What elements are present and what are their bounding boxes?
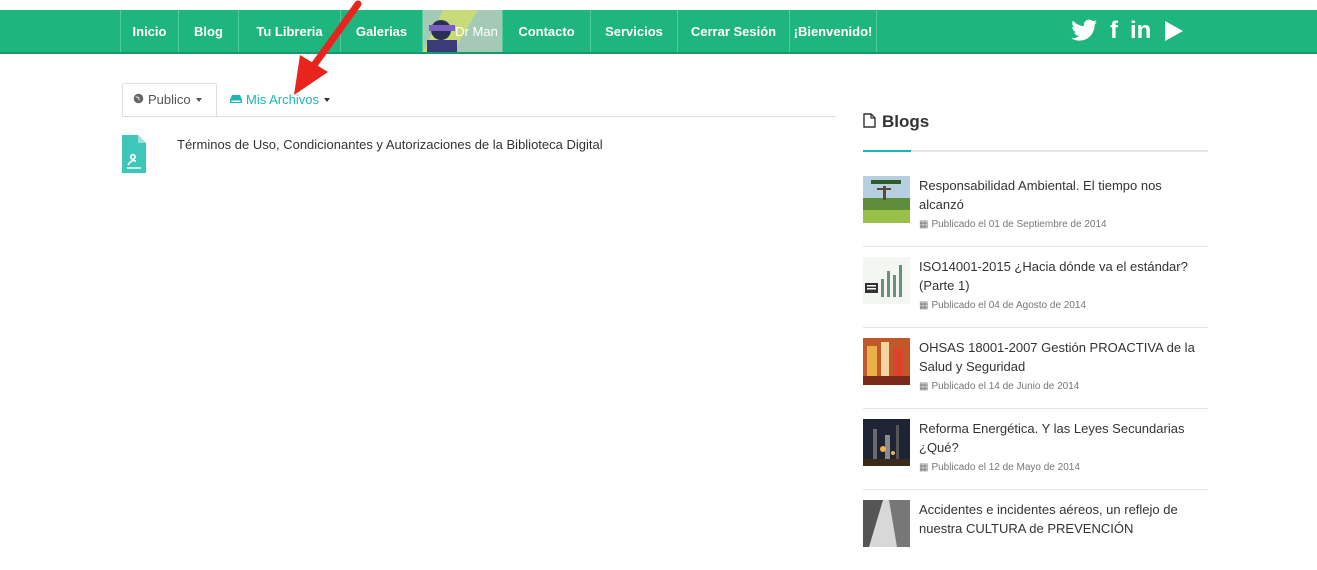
calendar-icon: ▦ [919, 381, 929, 392]
post-title[interactable]: Responsabilidad Ambiental. El tiempo nos… [919, 176, 1209, 214]
list-item[interactable]: ISO14001-2015 ¿Hacia dónde va el estánda… [863, 247, 1208, 328]
twitter-icon[interactable] [1070, 19, 1098, 43]
hdd-icon [230, 92, 242, 107]
post-date: ▦ Publicado el 01 de Septiembre de 2014 [919, 219, 1107, 230]
post-title[interactable]: ISO14001-2015 ¿Hacia dónde va el estánda… [919, 257, 1209, 295]
list-item[interactable]: Responsabilidad Ambiental. El tiempo nos… [863, 166, 1208, 247]
profile-name: Dr Man [455, 23, 498, 39]
tab-mis-archivos[interactable]: Mis Archivos [230, 83, 330, 116]
main-nav: Inicio Blog Tu Libreria Galerias Dr Man … [120, 10, 877, 52]
post-title[interactable]: OHSAS 18001-2007 Gestión PROACTIVA de la… [919, 338, 1209, 376]
post-thumbnail [863, 419, 910, 466]
nav-contacto[interactable]: Contacto [503, 10, 591, 52]
nav-blog[interactable]: Blog [179, 10, 239, 52]
nav-inicio[interactable]: Inicio [120, 10, 179, 52]
calendar-icon: ▦ [919, 219, 929, 230]
list-item[interactable]: Reforma Energética. Y las Leyes Secundar… [863, 409, 1208, 490]
post-thumbnail [863, 257, 910, 304]
blog-post-list: Responsabilidad Ambiental. El tiempo nos… [863, 166, 1208, 570]
list-item[interactable]: Accidentes e incidentes aéreos, un refle… [863, 490, 1208, 570]
post-date: ▦ Publicado el 14 de Junio de 2014 [919, 381, 1080, 392]
post-thumbnail [863, 338, 910, 385]
calendar-icon: ▦ [919, 300, 929, 311]
nav-bienvenido[interactable]: ¡Bienvenido! [790, 10, 877, 52]
file-item[interactable]: Términos de Uso, Condicionantes y Autori… [122, 135, 603, 173]
youtube-play-icon[interactable] [1163, 19, 1185, 43]
post-thumbnail [863, 176, 910, 223]
nav-servicios[interactable]: Servicios [591, 10, 678, 52]
sidebar-divider [863, 150, 1208, 152]
file-title[interactable]: Términos de Uso, Condicionantes y Autori… [177, 137, 603, 173]
post-date: ▦ Publicado el 04 de Agosto de 2014 [919, 300, 1087, 311]
nav-cerrar-sesion[interactable]: Cerrar Sesión [678, 10, 790, 52]
file-outline-icon [863, 112, 876, 132]
post-thumbnail [863, 500, 910, 547]
facebook-icon[interactable]: f [1110, 19, 1118, 43]
list-item[interactable]: OHSAS 18001-2007 Gestión PROACTIVA de la… [863, 328, 1208, 409]
document-icon [122, 135, 146, 173]
post-title[interactable]: Accidentes e incidentes aéreos, un refle… [919, 500, 1209, 538]
post-title[interactable]: Reforma Energética. Y las Leyes Secundar… [919, 419, 1209, 457]
calendar-icon: ▦ [919, 462, 929, 473]
sidebar-heading-label: Blogs [882, 112, 930, 131]
post-date: ▦ Publicado el 12 de Mayo de 2014 [919, 462, 1080, 473]
tab-publico-label: Publico [148, 92, 191, 107]
file-tabs: Publico Mis Archivos [122, 83, 836, 117]
tab-publico[interactable]: Publico [122, 83, 217, 116]
linkedin-icon[interactable]: in [1130, 19, 1151, 43]
chevron-down-icon [195, 97, 202, 102]
tab-mis-archivos-label: Mis Archivos [246, 92, 319, 107]
social-links: f in [1070, 10, 1185, 52]
sidebar-heading: Blogs [863, 112, 1208, 132]
nav-profile[interactable]: Dr Man [423, 10, 503, 52]
chevron-down-icon [323, 97, 330, 102]
blog-sidebar: Blogs [863, 112, 1208, 152]
globe-icon [133, 92, 144, 107]
